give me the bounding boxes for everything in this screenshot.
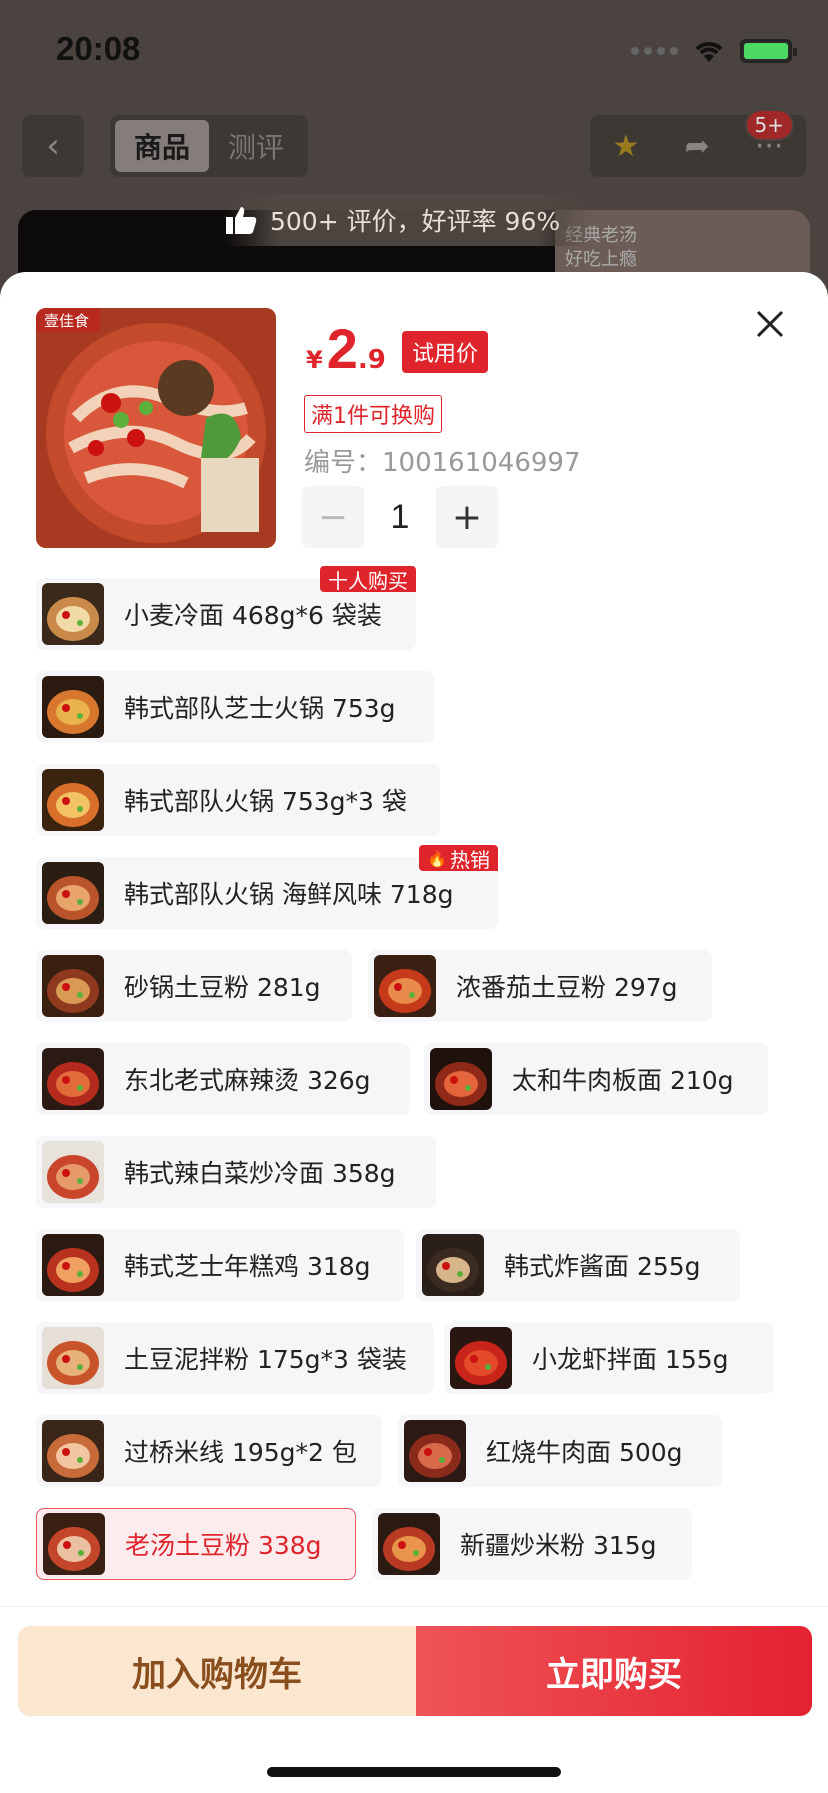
variant-thumbnail bbox=[42, 1234, 104, 1296]
variant-thumbnail bbox=[378, 1513, 440, 1575]
sku-number: 编号：100161046997 bbox=[304, 442, 581, 479]
flame-icon: 🔥 bbox=[427, 848, 447, 868]
close-icon[interactable] bbox=[752, 306, 788, 342]
nav-actions: ★ ➦ ··· 5+ bbox=[590, 109, 806, 177]
variant-label: 小麦冷面 468g*6 袋装 bbox=[124, 601, 382, 630]
battery-icon bbox=[740, 39, 797, 63]
share-button[interactable]: ➦ bbox=[685, 129, 710, 164]
variant-option[interactable]: 老汤土豆粉 338g bbox=[36, 1508, 356, 1580]
variant-label: 韩式部队芝士火锅 753g bbox=[124, 694, 396, 723]
app-screen: 20:08 ‹ 商品 测评 ★ ➦ ··· 5+ 经典老汤 好吃上瘾 500+ … bbox=[0, 0, 828, 1793]
add-to-cart-button[interactable]: 加入购物车 bbox=[18, 1626, 416, 1716]
quantity-value[interactable]: 1 bbox=[364, 498, 436, 537]
variant-option[interactable]: 红烧牛肉面 500g bbox=[398, 1415, 722, 1487]
badge-text: 十人购买 bbox=[328, 568, 408, 593]
variant-label: 韩式部队火锅 海鲜风味 718g bbox=[124, 880, 454, 909]
price-integer: 2 bbox=[326, 317, 358, 380]
variant-option[interactable]: 韩式炸酱面 255g bbox=[416, 1229, 740, 1301]
tab-product[interactable]: 商品 bbox=[115, 120, 209, 172]
variant-thumbnail bbox=[374, 955, 436, 1017]
status-time: 20:08 bbox=[56, 30, 141, 67]
variant-thumbnail bbox=[42, 769, 104, 831]
variant-thumbnail bbox=[422, 1234, 484, 1296]
promo-badge: 满1件可换购 bbox=[304, 395, 442, 433]
variant-label: 老汤土豆粉 338g bbox=[125, 1531, 322, 1560]
variant-thumbnail bbox=[42, 1327, 104, 1389]
back-button[interactable]: ‹ bbox=[22, 115, 84, 177]
sku-value: 100161046997 bbox=[382, 448, 581, 478]
variant-option[interactable]: 新疆炒米粉 315g bbox=[372, 1508, 692, 1580]
variant-option[interactable]: 韩式部队火锅 海鲜风味 718g 🔥 热销 bbox=[36, 845, 498, 929]
variant-label: 浓番茄土豆粉 297g bbox=[456, 973, 678, 1002]
chevron-left-icon: ‹ bbox=[46, 126, 60, 166]
variant-thumbnail bbox=[42, 1420, 104, 1482]
variant-label: 土豆泥拌粉 175g*3 袋装 bbox=[124, 1345, 407, 1374]
variant-option[interactable]: 韩式部队芝士火锅 753g bbox=[36, 671, 434, 743]
thumbs-up-icon bbox=[226, 207, 257, 234]
rating-text: 500+ 评价，好评率 96% bbox=[270, 207, 561, 236]
variant-label: 红烧牛肉面 500g bbox=[486, 1438, 683, 1467]
variant-thumbnail bbox=[404, 1420, 466, 1482]
variant-option[interactable]: 砂锅土豆粉 281g bbox=[36, 950, 352, 1022]
variant-label: 东北老式麻辣烫 326g bbox=[124, 1066, 371, 1095]
buy-now-button[interactable]: 立即购买 bbox=[416, 1626, 812, 1716]
variant-option[interactable]: 过桥米线 195g*2 包 bbox=[36, 1415, 382, 1487]
variant-option[interactable]: 土豆泥拌粉 175g*3 袋装 bbox=[36, 1322, 434, 1394]
variant-option[interactable]: 韩式芝士年糕鸡 318g bbox=[36, 1229, 404, 1301]
purchase-count-badge: 十人购买 bbox=[320, 566, 416, 593]
variant-option[interactable]: 韩式辣白菜炒冷面 358g bbox=[36, 1136, 436, 1208]
top-nav: ‹ 商品 测评 ★ ➦ ··· 5+ bbox=[0, 109, 828, 177]
home-indicator bbox=[267, 1767, 561, 1777]
divider bbox=[0, 1606, 828, 1607]
price-currency: ¥ bbox=[306, 346, 323, 374]
variant-label: 韩式部队火锅 753g*3 袋 bbox=[124, 787, 407, 816]
variant-label: 砂锅土豆粉 281g bbox=[124, 973, 321, 1002]
variant-label: 韩式芝士年糕鸡 318g bbox=[124, 1252, 371, 1281]
cart-badge: 5+ bbox=[744, 109, 794, 141]
variant-thumbnail bbox=[43, 1513, 105, 1575]
variant-thumbnail bbox=[42, 676, 104, 738]
variant-thumbnail bbox=[42, 955, 104, 1017]
favorite-button[interactable]: ★ bbox=[613, 129, 640, 164]
sku-selection-sheet: 壹佳食 ¥ 2 .9 试用价 满1件可换购 编号：100161046997 − … bbox=[0, 272, 828, 1793]
variant-option[interactable]: 小麦冷面 468g*6 袋装 十人购买 bbox=[36, 566, 416, 650]
variant-label: 新疆炒米粉 315g bbox=[460, 1531, 657, 1560]
status-bar: 20:08 bbox=[0, 0, 828, 100]
variant-thumbnail bbox=[42, 1141, 104, 1203]
trial-price-badge: 试用价 bbox=[402, 331, 489, 373]
product-tabs: 商品 测评 bbox=[110, 115, 308, 177]
variant-thumbnail bbox=[42, 862, 104, 924]
price: ¥ 2 .9 bbox=[306, 316, 386, 381]
product-thumbnail: 壹佳食 bbox=[36, 308, 276, 548]
rating-pill[interactable]: 500+ 评价，好评率 96% bbox=[224, 194, 594, 246]
badge-text: 热销 bbox=[450, 847, 490, 872]
quantity-stepper: − 1 + bbox=[302, 486, 498, 548]
variant-option[interactable]: 小龙虾拌面 155g bbox=[444, 1322, 774, 1394]
variant-option[interactable]: 太和牛肉板面 210g bbox=[424, 1043, 768, 1115]
decrease-quantity-button[interactable]: − bbox=[302, 486, 364, 548]
variant-thumbnail bbox=[42, 583, 104, 645]
variant-thumbnail bbox=[450, 1327, 512, 1389]
sku-label: 编号： bbox=[304, 448, 383, 478]
hot-sale-badge: 🔥 热销 bbox=[419, 845, 498, 872]
variant-label: 小龙虾拌面 155g bbox=[532, 1345, 729, 1374]
variant-label: 韩式炸酱面 255g bbox=[504, 1252, 701, 1281]
increase-quantity-button[interactable]: + bbox=[436, 486, 498, 548]
price-decimal: .9 bbox=[357, 345, 386, 375]
variant-label: 过桥米线 195g*2 包 bbox=[124, 1438, 357, 1467]
variant-option[interactable]: 韩式部队火锅 753g*3 袋 bbox=[36, 764, 440, 836]
variant-label: 太和牛肉板面 210g bbox=[512, 1066, 734, 1095]
tab-review[interactable]: 测评 bbox=[209, 120, 303, 172]
variant-option[interactable]: 浓番茄土豆粉 297g bbox=[368, 950, 712, 1022]
brand-logo: 壹佳食 bbox=[44, 312, 89, 330]
wifi-icon bbox=[695, 42, 723, 62]
status-icons bbox=[631, 38, 797, 64]
variant-option[interactable]: 东北老式麻辣烫 326g bbox=[36, 1043, 410, 1115]
variant-thumbnail bbox=[42, 1048, 104, 1110]
signal-icon bbox=[631, 47, 678, 55]
variant-label: 韩式辣白菜炒冷面 358g bbox=[124, 1159, 396, 1188]
variant-thumbnail bbox=[430, 1048, 492, 1110]
